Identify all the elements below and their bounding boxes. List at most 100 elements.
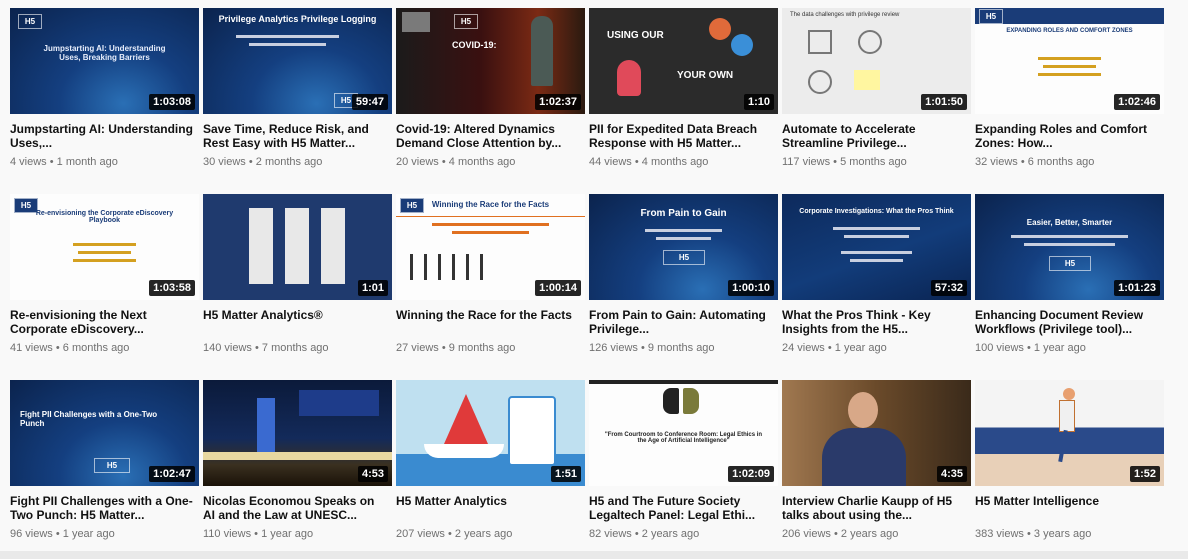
- video-card[interactable]: "From Courtroom to Conference Room: Lega…: [589, 380, 778, 541]
- video-card[interactable]: The data challenges with privilege revie…: [782, 8, 971, 169]
- thumbnail-text: The data challenges with privilege revie…: [790, 12, 900, 18]
- video-title[interactable]: Jumpstarting AI: Understanding Uses,...: [10, 122, 199, 150]
- people-icon: [709, 18, 731, 40]
- video-card[interactable]: 1:51 H5 Matter Analytics 207 views • 2 y…: [396, 380, 585, 541]
- video-title[interactable]: Interview Charlie Kaupp of H5 talks abou…: [782, 494, 971, 522]
- video-card[interactable]: 4:53 Nicolas Economou Speaks on AI and t…: [203, 380, 392, 541]
- video-thumbnail[interactable]: Corporate Investigations: What the Pros …: [782, 194, 971, 300]
- upload-age: 2 years ago: [641, 528, 700, 540]
- video-thumbnail[interactable]: 1:51: [396, 380, 585, 486]
- video-title[interactable]: Re-envisioning the Next Corporate eDisco…: [10, 308, 199, 336]
- video-thumbnail[interactable]: Privilege Analytics Privilege Logging H5…: [203, 8, 392, 114]
- video-thumbnail[interactable]: H5 Winning the Race for the Facts 1:00:1…: [396, 194, 585, 300]
- duration-badge: 1:10: [743, 94, 774, 110]
- video-title[interactable]: PII for Expedited Data Breach Response w…: [589, 122, 778, 150]
- video-card[interactable]: H5 Jumpstarting AI: Understanding Uses, …: [10, 8, 199, 169]
- video-card[interactable]: Fight PII Challenges with a One-Two Punc…: [10, 380, 199, 541]
- video-meta: 207 views • 2 years ago: [396, 528, 513, 540]
- view-count: 30 views: [203, 156, 246, 168]
- video-meta: 27 views • 9 months ago: [396, 342, 516, 354]
- h5-logo-icon: H5: [454, 14, 478, 29]
- video-title[interactable]: H5 Matter Analytics: [396, 494, 585, 522]
- diagram-icon: [808, 30, 832, 54]
- h5-logo-icon: H5: [18, 14, 42, 29]
- thumbnail-text: COVID-19:: [452, 40, 497, 50]
- duration-badge: 1:02:47: [149, 466, 195, 482]
- woman-icon: [617, 60, 641, 96]
- view-count: 96 views: [10, 528, 53, 540]
- video-thumbnail[interactable]: "From Courtroom to Conference Room: Lega…: [589, 380, 778, 486]
- video-title[interactable]: Winning the Race for the Facts: [396, 308, 585, 336]
- thumbnail-text: Privilege Analytics Privilege Logging: [218, 14, 377, 24]
- video-card[interactable]: 4:35 Interview Charlie Kaupp of H5 talks…: [782, 380, 971, 541]
- video-thumbnail[interactable]: H5 EXPANDING ROLES AND COMFORT ZONES 1:0…: [975, 8, 1164, 114]
- duration-badge: 4:53: [357, 466, 388, 482]
- thumbnail-text: Jumpstarting AI: Understanding Uses, Bre…: [43, 44, 166, 62]
- thumbnail-text: Fight PII Challenges with a One-Two Punc…: [20, 410, 158, 428]
- video-thumbnail[interactable]: USING OUR YOUR OWN 1:10: [589, 8, 778, 114]
- video-meta: 110 views • 1 year ago: [203, 528, 314, 540]
- video-meta: 140 views • 7 months ago: [203, 342, 329, 354]
- view-count: 24 views: [782, 342, 825, 354]
- video-meta: 24 views • 1 year ago: [782, 342, 887, 354]
- stage-screen-icon: [257, 398, 275, 456]
- video-card[interactable]: H5 COVID-19: 1:02:37 Covid-19: Altered D…: [396, 8, 585, 169]
- view-count: 4 views: [10, 156, 47, 168]
- upload-age: 6 months ago: [1027, 156, 1095, 168]
- video-card[interactable]: 1:01 H5 Matter Analytics® 140 views • 7 …: [203, 194, 392, 355]
- video-card[interactable]: Privilege Analytics Privilege Logging H5…: [203, 8, 392, 169]
- video-thumbnail[interactable]: H5 Re-envisioning the Corporate eDiscove…: [10, 194, 199, 300]
- video-card[interactable]: USING OUR YOUR OWN 1:10 PII for Expedite…: [589, 8, 778, 169]
- video-title[interactable]: Nicolas Economou Speaks on AI and the La…: [203, 494, 392, 522]
- view-count: 32 views: [975, 156, 1018, 168]
- video-title[interactable]: From Pain to Gain: Automating Privilege.…: [589, 308, 778, 336]
- video-title[interactable]: Covid-19: Altered Dynamics Demand Close …: [396, 122, 585, 150]
- upload-age: 9 months ago: [647, 342, 715, 354]
- video-thumbnail[interactable]: H5 COVID-19: 1:02:37: [396, 8, 585, 114]
- thumbnail-text: Easier, Better, Smarter: [1026, 218, 1113, 227]
- view-count: 82 views: [589, 528, 632, 540]
- video-thumbnail[interactable]: 4:35: [782, 380, 971, 486]
- video-thumbnail[interactable]: Easier, Better, Smarter H5 1:01:23: [975, 194, 1164, 300]
- thumbnail-text: Re-envisioning the Corporate eDiscovery …: [35, 210, 174, 224]
- video-card[interactable]: H5 EXPANDING ROLES AND COMFORT ZONES 1:0…: [975, 8, 1164, 169]
- video-title[interactable]: H5 Matter Intelligence: [975, 494, 1164, 522]
- video-title[interactable]: Fight PII Challenges with a One-Two Punc…: [10, 494, 199, 522]
- video-thumbnail[interactable]: 1:52: [975, 380, 1164, 486]
- video-thumbnail[interactable]: H5 Jumpstarting AI: Understanding Uses, …: [10, 8, 199, 114]
- h5-logo-icon: H5: [1049, 256, 1091, 271]
- video-thumbnail[interactable]: 4:53: [203, 380, 392, 486]
- video-card[interactable]: Corporate Investigations: What the Pros …: [782, 194, 971, 355]
- upload-age: 2 years ago: [454, 528, 513, 540]
- video-thumbnail[interactable]: Fight PII Challenges with a One-Two Punc…: [10, 380, 199, 486]
- video-card[interactable]: 1:52 H5 Matter Intelligence 383 views • …: [975, 380, 1164, 541]
- video-thumbnail[interactable]: The data challenges with privilege revie…: [782, 8, 971, 114]
- video-meta: 96 views • 1 year ago: [10, 528, 115, 540]
- video-title[interactable]: Enhancing Document Review Workflows (Pri…: [975, 308, 1164, 336]
- video-title[interactable]: H5 Matter Analytics®: [203, 308, 392, 336]
- video-title[interactable]: Automate to Accelerate Streamline Privil…: [782, 122, 971, 150]
- video-card[interactable]: H5 Re-envisioning the Corporate eDiscove…: [10, 194, 199, 355]
- view-count: 110 views: [203, 528, 252, 540]
- view-count: 383 views: [975, 528, 1024, 540]
- video-title[interactable]: What the Pros Think - Key Insights from …: [782, 308, 971, 336]
- video-card[interactable]: From Pain to Gain H5 1:00:10 From Pain t…: [589, 194, 778, 355]
- video-meta: 100 views • 1 year ago: [975, 342, 1086, 354]
- upload-age: 1 year ago: [261, 528, 314, 540]
- video-card[interactable]: Easier, Better, Smarter H5 1:01:23 Enhan…: [975, 194, 1164, 355]
- view-count: 100 views: [975, 342, 1024, 354]
- video-title[interactable]: H5 and The Future Society Legaltech Pane…: [589, 494, 778, 522]
- faces-icon: [663, 388, 679, 414]
- video-title[interactable]: Save Time, Reduce Risk, and Rest Easy wi…: [203, 122, 392, 150]
- view-count: 206 views: [782, 528, 831, 540]
- video-thumbnail[interactable]: 1:01: [203, 194, 392, 300]
- video-thumbnail[interactable]: From Pain to Gain H5 1:00:10: [589, 194, 778, 300]
- upload-age: 1 year ago: [834, 342, 887, 354]
- view-count: 126 views: [589, 342, 638, 354]
- thumbnail-text: From Pain to Gain: [640, 208, 727, 219]
- view-count: 20 views: [396, 156, 439, 168]
- upload-age: 4 months ago: [641, 156, 709, 168]
- video-meta: 383 views • 3 years ago: [975, 528, 1092, 540]
- video-card[interactable]: H5 Winning the Race for the Facts 1:00:1…: [396, 194, 585, 355]
- video-title[interactable]: Expanding Roles and Comfort Zones: How..…: [975, 122, 1164, 150]
